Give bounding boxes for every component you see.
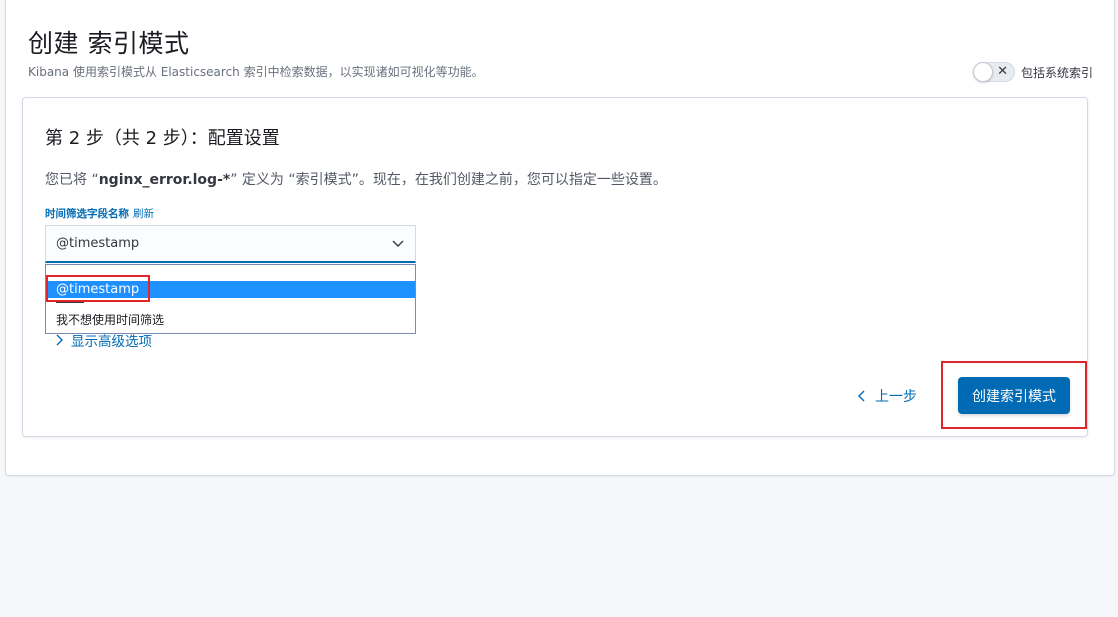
dropdown-blank-row	[46, 265, 415, 281]
include-system-toggle[interactable]: ✕	[972, 62, 1015, 82]
desc-suffix: ” 定义为 “索引模式”。现在，在我们创建之前，您可以指定一些设置。	[230, 172, 667, 188]
time-field-select[interactable]: @timestamp	[45, 225, 416, 263]
create-index-pattern-button[interactable]: 创建索引模式	[958, 377, 1070, 414]
back-button[interactable]: 上一步	[858, 386, 917, 406]
chevron-right-icon	[56, 334, 63, 346]
refresh-link[interactable]: 刷新	[133, 206, 154, 221]
index-pattern-name: nginx_error.log-*	[98, 172, 231, 188]
step-card: 第 2 步（共 2 步）：配置设置 您已将 “nginx_error.log-*…	[22, 97, 1088, 437]
include-system-label: 包括系统索引	[1020, 65, 1093, 80]
show-advanced-options[interactable]: 显示高级选项	[55, 330, 152, 350]
time-field-dropdown: @timestamp 我不想使用时间筛选	[45, 264, 416, 334]
time-field-label: 时间筛选字段名称	[45, 208, 129, 220]
include-system-indices: ✕ 包括系统索引	[972, 62, 1093, 82]
page-description: Kibana 使用索引模式从 Elasticsearch 索引中检索数据，以实现…	[28, 65, 484, 79]
option-timestamp[interactable]: @timestamp	[46, 281, 415, 298]
step-title: 第 2 步（共 2 步）：配置设置	[45, 128, 280, 149]
advanced-options-label: 显示高级选项	[71, 334, 152, 350]
desc-prefix: 您已将 “	[45, 172, 99, 188]
chevron-down-icon	[392, 240, 404, 247]
select-value: @timestamp	[56, 236, 140, 251]
option-no-time-filter[interactable]: 我不想使用时间筛选	[46, 311, 415, 328]
time-field-label-row: 时间筛选字段名称 刷新	[45, 206, 154, 221]
option-divider	[56, 302, 84, 303]
chevron-left-icon	[858, 390, 865, 402]
close-icon: ✕	[997, 64, 1008, 79]
step-description: 您已将 “nginx_error.log-*” 定义为 “索引模式”。现在，在我…	[45, 169, 667, 189]
toggle-knob	[972, 62, 993, 82]
back-label: 上一步	[875, 389, 917, 405]
page-title: 创建 索引模式	[28, 29, 190, 58]
